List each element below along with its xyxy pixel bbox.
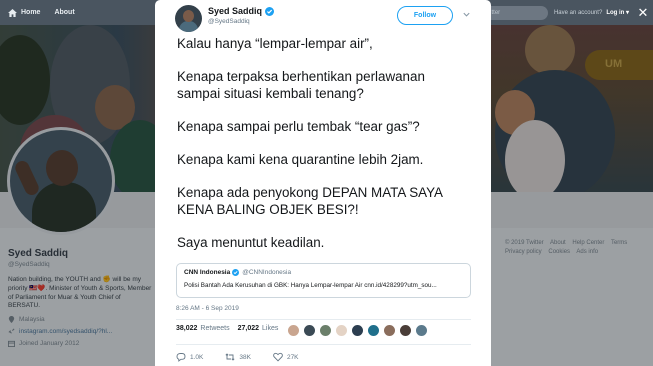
quoted-author-handle: @CNNIndonesia [242,269,292,276]
likes-count[interactable]: 27,022 [238,325,259,332]
tweet-author-name[interactable]: Syed Saddiq [208,6,275,16]
account-question: Have an account? [553,9,603,16]
reply-count: 1.0K [190,353,204,361]
divider [176,344,471,345]
nav-home[interactable]: Home [8,8,41,17]
login-link[interactable]: Log in ▾ [606,9,629,16]
liker-avatar[interactable] [303,324,316,337]
divider [176,319,471,320]
tweet-author-handle[interactable]: @SyedSaddiq [208,18,250,25]
tweet-paragraph: Kenapa kami kena quarantine lebih 2jam. [177,152,424,168]
reply-button[interactable]: 1.0K [176,352,203,362]
tweet-paragraph: Kenapa ada penyokong DEPAN MATA SAYA KEN… [177,185,443,217]
liker-avatar[interactable] [399,324,412,337]
retweet-icon [225,353,235,361]
quoted-tweet-header: CNN Indonesia @CNNIndonesia [184,269,463,276]
verified-badge-icon [232,269,240,276]
retweet-button[interactable]: 38K [225,352,251,362]
follow-button[interactable]: Follow [397,6,453,25]
nav-about[interactable]: About [54,9,74,16]
tweet-modal: Syed Saddiq @SyedSaddiq Follow Kalau han… [155,0,491,366]
tweet-paragraph: Kalau hanya “lempar-lempar air”, [177,36,373,51]
liker-avatar[interactable] [415,324,428,337]
tweet-author-avatar[interactable] [175,5,202,32]
tweet-timestamp[interactable]: 8:26 AM - 6 Sep 2019 [176,305,239,312]
heart-icon [273,352,283,362]
verified-badge-icon [265,6,275,16]
liker-avatar[interactable] [335,324,348,337]
retweets-count[interactable]: 38,022 [176,325,197,332]
home-icon [8,8,17,17]
tweet-paragraph: Saya menuntut keadilan. [177,235,325,251]
tweet-text: Kalau hanya “lempar-lempar air”, Kenapa … [177,36,477,268]
tweet-paragraph: Kenapa sampai perlu tembak “tear gas”? [177,118,420,134]
chevron-down-icon[interactable] [462,10,471,19]
liker-avatar[interactable] [287,324,300,337]
quoted-tweet-card[interactable]: CNN Indonesia @CNNIndonesia Polisi Banta… [176,263,471,298]
liker-avatar[interactable] [383,324,396,337]
liker-avatar[interactable] [319,324,332,337]
quoted-tweet-text: Polisi Bantah Ada Kerusuhan di GBK: Hany… [184,282,437,289]
nav-about-label: About [54,9,75,16]
tweet-stats: 38,022 Retweets 27,022 Likes [176,325,286,332]
tweet-author-name-text: Syed Saddiq [208,6,263,16]
close-icon[interactable]: ✕ [635,5,651,21]
like-count: 27K [286,353,299,361]
retweet-count: 38K [239,353,251,361]
retweets-label[interactable]: Retweets [200,325,229,332]
liker-avatar[interactable] [351,324,364,337]
quoted-author-name: CNN Indonesia [184,269,231,276]
liker-avatars [287,324,431,337]
reply-icon [176,353,186,362]
liker-avatar[interactable] [367,324,380,337]
tweet-actions: 1.0K 38K 27K [176,352,321,362]
nav-home-label: Home [21,9,41,16]
likes-label[interactable]: Likes [262,325,278,332]
tweet-paragraph: Kenapa terpaksa berhentikan perlawanan s… [177,69,425,101]
like-button[interactable]: 27K [273,352,299,362]
